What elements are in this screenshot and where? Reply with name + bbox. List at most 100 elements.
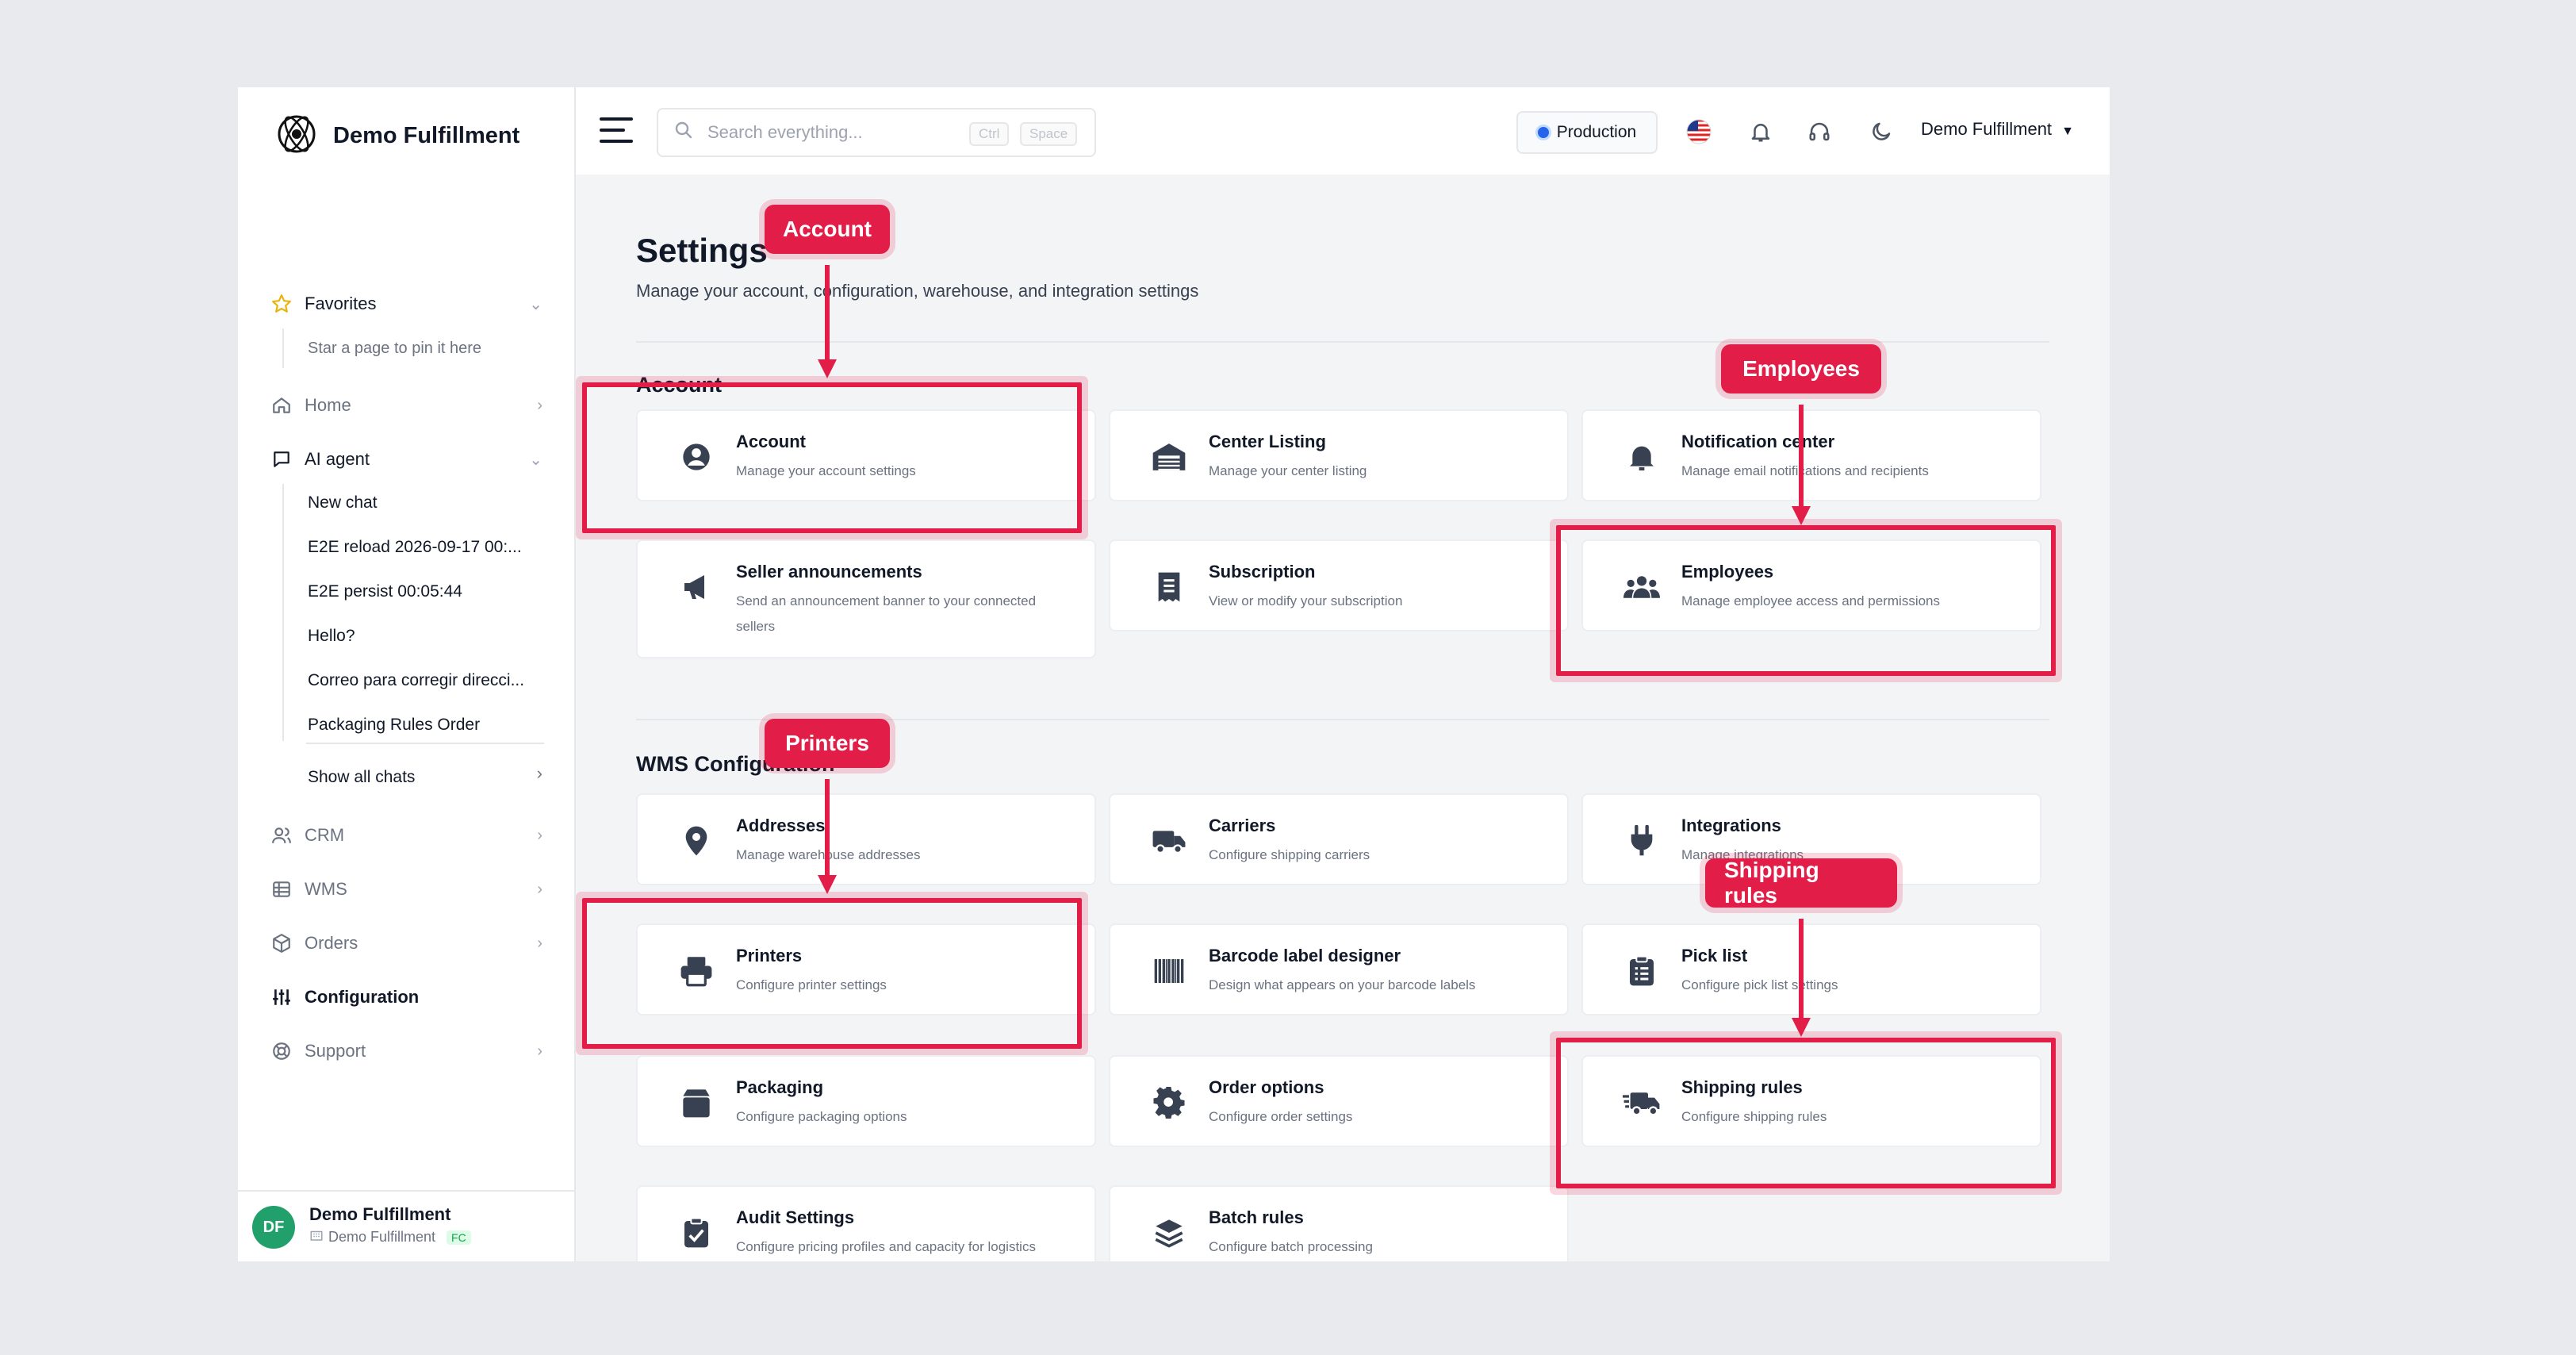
settings-card-account[interactable]: Account Manage your account settings: [636, 409, 1096, 501]
sidebar-item-label: CRM: [305, 825, 345, 845]
section-divider: [636, 341, 2049, 343]
show-all-chats[interactable]: Show all chats: [308, 768, 546, 787]
chat-item[interactable]: Hello?: [308, 627, 546, 646]
sidebar-item-home[interactable]: Home ›: [270, 386, 550, 425]
settings-card-employees[interactable]: Employees Manage employee access and perm…: [1581, 539, 2041, 631]
layers-icon: [1150, 1214, 1188, 1252]
bell-icon[interactable]: [1745, 116, 1777, 148]
page-title: Settings: [636, 232, 768, 269]
card-description: Manage warehouse addresses: [736, 847, 921, 862]
card-title: Shipping rules: [1681, 1077, 1803, 1097]
chevron-right-icon: ›: [536, 763, 542, 783]
settings-card-seller-announcements[interactable]: Seller announcements Send an announcement…: [636, 539, 1096, 658]
app-window: Demo Fulfillment Favorites ⌄ Star a page…: [238, 87, 2110, 1261]
tag-employees: Employees: [1721, 344, 1881, 393]
status-dot-icon: [1537, 127, 1549, 138]
account-name: Demo Fulfillment: [309, 1204, 451, 1224]
settings-card-printers[interactable]: Printers Configure printer settings: [636, 923, 1096, 1015]
settings-card-notification-center[interactable]: Notification center Manage email notifica…: [1581, 409, 2041, 501]
chevron-right-icon: ›: [537, 880, 542, 898]
settings-card-barcode-label-designer[interactable]: Barcode label designer Design what appear…: [1109, 923, 1569, 1015]
tag-printers: Printers: [765, 719, 890, 768]
search-input[interactable]: Search everything... Ctrl Space: [657, 108, 1096, 157]
card-description: Configure shipping carriers: [1209, 847, 1370, 862]
sidebar-item-label: Support: [305, 1041, 366, 1061]
sidebar-item-label: AI agent: [305, 449, 370, 469]
clipboard-list-icon: [1623, 952, 1661, 990]
us-flag-icon[interactable]: [1683, 116, 1715, 148]
user-circle-icon: [677, 438, 715, 476]
sidebar-item-orders[interactable]: Orders ›: [270, 923, 550, 963]
settings-card-carriers[interactable]: Carriers Configure shipping carriers: [1109, 793, 1569, 885]
settings-card-center-listing[interactable]: Center Listing Manage your center listing: [1109, 409, 1569, 501]
card-title: Batch rules: [1209, 1207, 1304, 1227]
sidebar-item-ai-agent[interactable]: AI agent ⌄: [270, 440, 550, 479]
settings-card-packaging[interactable]: Packaging Configure packaging options: [636, 1055, 1096, 1147]
megaphone-icon: [677, 568, 715, 606]
sidebar-item-wms[interactable]: WMS ›: [270, 869, 550, 909]
chevron-right-icon: ›: [537, 396, 542, 414]
settings-card-audit-settings[interactable]: Audit Settings Configure pricing profiles…: [636, 1185, 1096, 1261]
plug-icon: [1623, 822, 1661, 860]
settings-card-subscription[interactable]: Subscription View or modify your subscrip…: [1109, 539, 1569, 631]
settings-content: Settings Manage your account, configurat…: [576, 175, 2110, 1261]
card-title: Seller announcements: [736, 562, 922, 582]
sidebar-item-favorites[interactable]: Favorites ⌄: [270, 284, 550, 324]
user-menu[interactable]: Demo Fulfillment ▼: [1921, 119, 2074, 140]
home-icon: [270, 393, 293, 417]
settings-card-pick-list[interactable]: Pick list Configure pick list settings: [1581, 923, 2041, 1015]
card-description: Configure pricing profiles and capacity …: [736, 1239, 1036, 1254]
sliders-icon: [270, 985, 293, 1009]
settings-card-batch-rules[interactable]: Batch rules Configure batch processing: [1109, 1185, 1569, 1261]
sidebar-item-support[interactable]: Support ›: [270, 1031, 550, 1071]
page-description: Manage your account, configuration, ware…: [636, 281, 1199, 301]
sidebar-item-label: WMS: [305, 879, 347, 899]
chat-item[interactable]: E2E persist 00:05:44: [308, 582, 546, 601]
sidebar-item-label: Home: [305, 395, 351, 415]
avatar: DF: [252, 1206, 295, 1249]
brand[interactable]: Demo Fulfillment: [274, 108, 519, 163]
printer-icon: [677, 952, 715, 990]
chat-item[interactable]: Correo para corregir direcci...: [308, 671, 546, 690]
chat-item[interactable]: New chat: [308, 493, 546, 512]
chevron-down-icon: ▼: [2061, 125, 2075, 138]
building-icon: [309, 1228, 324, 1246]
card-title: Packaging: [736, 1077, 824, 1097]
users-icon: [1623, 568, 1661, 606]
user-name: Demo Fulfillment: [1921, 119, 2053, 139]
environment-badge[interactable]: Production: [1516, 111, 1658, 154]
card-title: Notification center: [1681, 432, 1835, 451]
moon-icon[interactable]: [1865, 116, 1897, 148]
hamburger-menu-icon[interactable]: [600, 114, 633, 150]
sidebar-item-crm[interactable]: CRM ›: [270, 816, 550, 855]
chat-item[interactable]: E2E reload 2026-09-17 00:...: [308, 538, 546, 557]
environment-label: Production: [1556, 123, 1637, 141]
table-icon: [270, 877, 293, 901]
card-description: Configure batch processing: [1209, 1239, 1373, 1254]
atom-globe-logo: [274, 112, 319, 160]
org-badge: FC: [447, 1230, 471, 1245]
headset-icon[interactable]: [1804, 116, 1835, 148]
barcode-icon: [1150, 952, 1188, 990]
card-title: Carriers: [1209, 816, 1276, 835]
kbd-space: Space: [1020, 122, 1078, 146]
sidebar-item-label: Configuration: [305, 987, 420, 1007]
warehouse-icon: [1150, 438, 1188, 476]
card-title: Barcode label designer: [1209, 946, 1401, 965]
settings-card-order-options[interactable]: Order options Configure order settings: [1109, 1055, 1569, 1147]
card-description: Manage email notifications and recipient…: [1681, 463, 1929, 478]
settings-card-addresses[interactable]: Addresses Manage warehouse addresses: [636, 793, 1096, 885]
sidebar-item-label: Favorites: [305, 294, 377, 313]
sidebar-item-configuration[interactable]: Configuration: [270, 977, 550, 1017]
search-icon: [674, 121, 693, 144]
settings-card-shipping-rules[interactable]: Shipping rules Configure shipping rules: [1581, 1055, 2041, 1147]
chat-item[interactable]: Packaging Rules Order: [308, 716, 546, 735]
card-description: Design what appears on your barcode labe…: [1209, 977, 1476, 992]
card-title: Printers: [736, 946, 803, 965]
location-pin-icon: [677, 822, 715, 860]
account-switcher[interactable]: DF Demo Fulfillment Demo Fulfillment FC: [238, 1190, 574, 1261]
card-title: Addresses: [736, 816, 826, 835]
card-description: Manage your account settings: [736, 463, 916, 478]
chat-divider: [306, 743, 544, 744]
fast-truck-icon: [1623, 1084, 1661, 1122]
